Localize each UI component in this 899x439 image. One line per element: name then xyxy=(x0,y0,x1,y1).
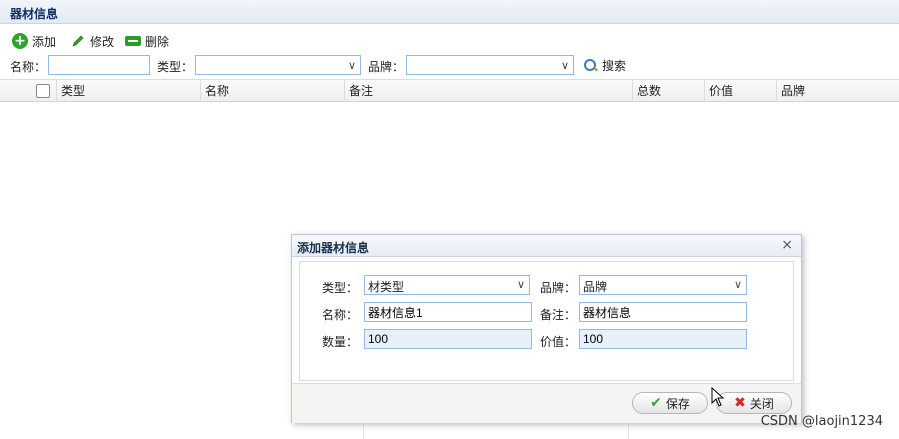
dialog-header: 添加器材信息 × xyxy=(292,235,801,257)
chevron-down-icon: ∨ xyxy=(560,59,569,72)
chevron-down-icon: ∨ xyxy=(347,59,356,72)
quantity-input[interactable] xyxy=(364,329,532,349)
column-header-total[interactable]: 总数 xyxy=(632,80,704,102)
type-search-select[interactable]: ∨ xyxy=(195,55,361,75)
note-label: 备注： xyxy=(540,308,577,322)
close-label: 关闭 xyxy=(749,396,774,411)
type-search-label: 类型： xyxy=(157,60,194,74)
edit-button[interactable]: 修改 xyxy=(70,32,114,50)
toolbar: + 添加 修改 删除 名称： 类型： ∨ 品牌： ∨ 搜索 xyxy=(0,24,899,76)
close-button[interactable]: ✖ 关闭 xyxy=(716,392,792,414)
delete-button[interactable]: 删除 xyxy=(125,32,169,50)
save-button[interactable]: ✔ 保存 xyxy=(632,392,708,414)
delete-label: 删除 xyxy=(145,34,170,49)
type-select-value: 材类型 xyxy=(368,280,405,294)
brand-search-select[interactable]: ∨ xyxy=(406,55,574,75)
name-input[interactable] xyxy=(364,302,532,322)
brand-label: 品牌： xyxy=(540,281,577,295)
panel-title: 器材信息 xyxy=(10,7,59,21)
checkmark-icon: ✔ xyxy=(650,395,662,411)
search-row: 名称： 类型： ∨ 品牌： ∨ 搜索 xyxy=(0,54,899,76)
type-label: 类型： xyxy=(322,281,359,295)
pencil-icon xyxy=(70,33,86,49)
column-header-type[interactable]: 类型 xyxy=(56,80,200,102)
select-all-checkbox[interactable] xyxy=(36,84,50,98)
note-input[interactable] xyxy=(579,302,747,322)
search-label: 搜索 xyxy=(602,59,627,73)
column-header-value[interactable]: 价值 xyxy=(704,80,776,102)
type-select[interactable]: 材类型 ∨ xyxy=(364,275,530,295)
search-button[interactable]: 搜索 xyxy=(584,57,626,74)
watermark: CSDN @laojin1234 xyxy=(760,414,883,429)
add-equipment-dialog: 添加器材信息 × 类型： 材类型 ∨ 品牌： 品牌 ∨ 名称： 备注： 数量： … xyxy=(291,234,802,423)
panel-header: 器材信息 xyxy=(0,0,899,24)
add-button[interactable]: + 添加 xyxy=(12,32,56,50)
name-label: 名称： xyxy=(322,308,359,322)
dialog-title: 添加器材信息 xyxy=(297,241,370,255)
name-search-label: 名称： xyxy=(10,60,47,74)
plus-icon: + xyxy=(12,33,28,49)
grid-header: 类型 名称 备注 总数 价值 品牌 xyxy=(0,79,899,102)
close-icon[interactable]: × xyxy=(781,237,793,253)
column-header-name[interactable]: 名称 xyxy=(200,80,344,102)
brand-select-value: 品牌 xyxy=(583,280,608,294)
mouse-cursor-icon xyxy=(711,387,725,407)
column-header-brand[interactable]: 品牌 xyxy=(776,80,899,102)
edit-label: 修改 xyxy=(90,34,115,49)
minus-icon xyxy=(125,33,141,49)
add-label: 添加 xyxy=(32,34,57,49)
name-search-input[interactable] xyxy=(48,55,150,75)
close-icon: ✖ xyxy=(734,395,746,411)
save-label: 保存 xyxy=(665,396,690,411)
brand-search-label: 品牌： xyxy=(368,60,405,74)
brand-select[interactable]: 品牌 ∨ xyxy=(579,275,747,295)
quantity-label: 数量： xyxy=(322,335,359,349)
value-input[interactable] xyxy=(579,329,747,349)
chevron-down-icon: ∨ xyxy=(516,278,525,291)
chevron-down-icon: ∨ xyxy=(733,278,742,291)
search-icon xyxy=(584,58,598,73)
value-label: 价值： xyxy=(540,335,577,349)
dialog-form: 类型： 材类型 ∨ 品牌： 品牌 ∨ 名称： 备注： 数量： 价值： xyxy=(299,261,794,381)
column-header-note[interactable]: 备注 xyxy=(344,80,632,102)
